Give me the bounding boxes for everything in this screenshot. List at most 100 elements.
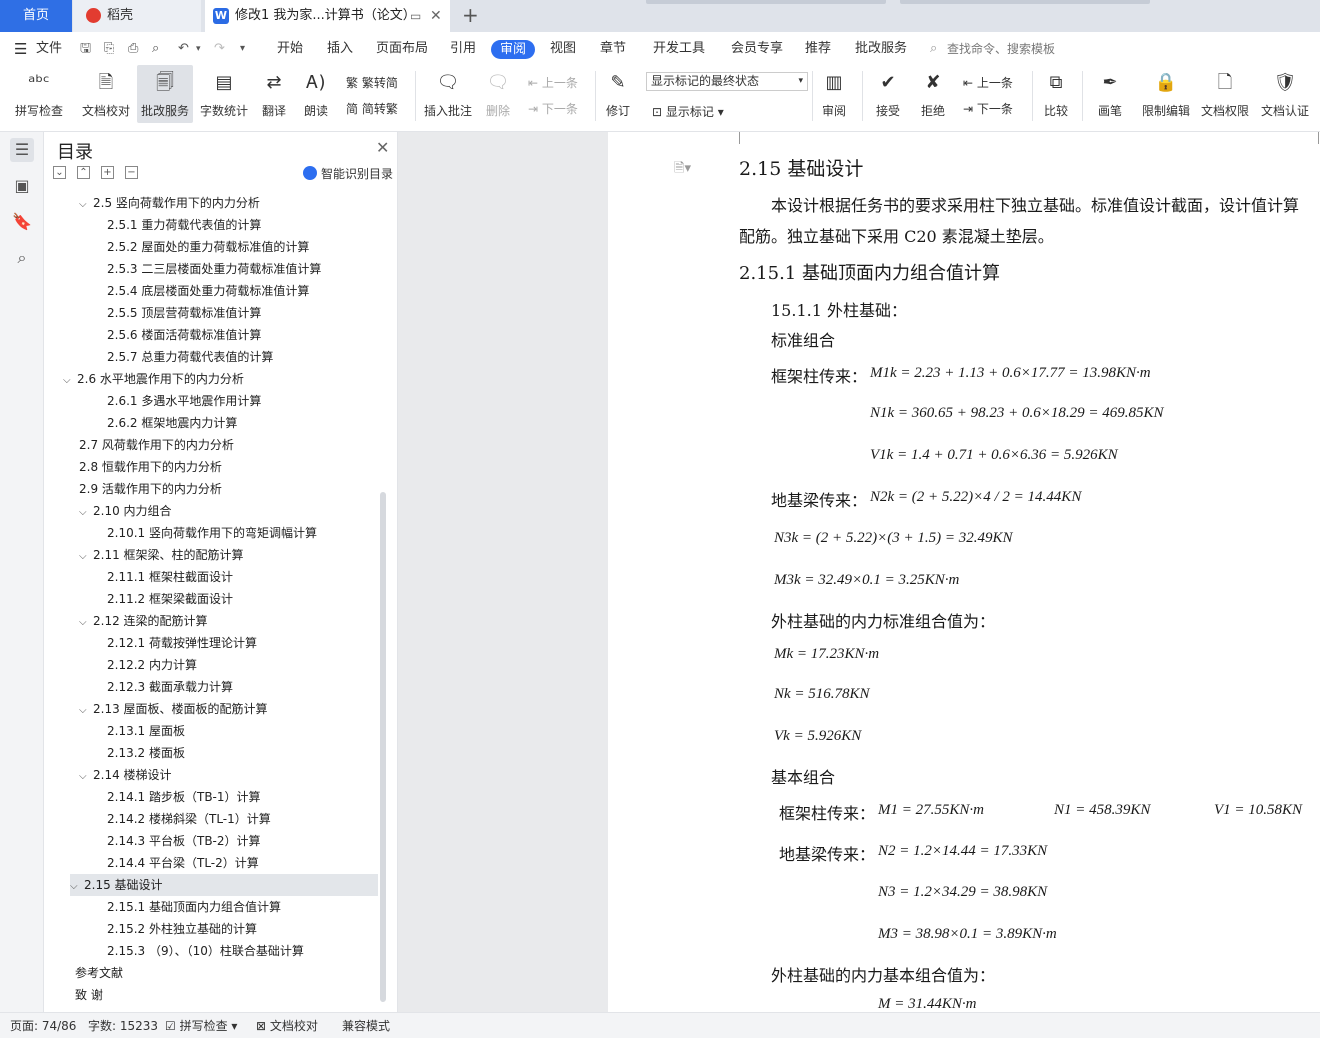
toc-item[interactable]: ⌵ 2.15 基础设计 [70, 874, 378, 896]
next-change-button[interactable]: ⇥ 下一条 [963, 99, 1013, 119]
menu-page-layout[interactable]: 页面布局 [376, 33, 428, 65]
new-tab-button[interactable]: + [462, 0, 479, 32]
toc-item[interactable]: 2.8 恒载作用下的内力分析 [79, 456, 222, 478]
close-tab-icon[interactable]: ✕ [430, 0, 442, 32]
save-icon[interactable]: 🖫 [80, 33, 91, 65]
review-service-button[interactable]: 🗐 批改服务 [137, 65, 193, 123]
menu-dev-tools[interactable]: 开发工具 [653, 33, 705, 65]
spell-check-button[interactable]: ᵃᵇᶜ 拼写检查 [8, 65, 70, 123]
toc-item[interactable]: ⌵ 2.6 水平地震作用下的内力分析 [63, 368, 244, 390]
toc-item[interactable]: 2.14.4 平台梁（TL-2）计算 [107, 852, 259, 874]
toc-item[interactable]: 2.15.2 外柱独立基础的计算 [107, 918, 257, 940]
toc-item[interactable]: 2.7 风荷载作用下的内力分析 [79, 434, 234, 456]
translate-button[interactable]: ⇄ 翻译 [254, 65, 294, 123]
hamburger-menu-icon[interactable]: ☰ [14, 33, 27, 65]
undo-dropdown-icon[interactable]: ▾ [196, 33, 201, 65]
word-count-indicator[interactable]: 字数: 15233 [88, 1013, 158, 1039]
toc-item[interactable]: 2.5.6 楼面活荷载标准值计算 [107, 324, 261, 346]
redo-icon[interactable]: ↷ [214, 33, 225, 65]
toc-item[interactable]: ⌵ 2.12 连梁的配筋计算 [79, 610, 208, 632]
toc-item[interactable]: 2.10.1 竖向荷载作用下的弯矩调幅计算 [107, 522, 317, 544]
toc-item[interactable]: 2.5.4 底层楼面处重力荷载标准值计算 [107, 280, 309, 302]
menu-reference[interactable]: 引用 [450, 33, 476, 65]
toc-item[interactable]: 2.5.7 总重力荷载代表值的计算 [107, 346, 273, 368]
doc-certify-button[interactable]: 🛡 文档认证 [1256, 65, 1314, 123]
quick-access-more-icon[interactable]: ▾ [240, 33, 245, 65]
toc-item[interactable]: 2.5.2 屋面处的重力荷载标准值的计算 [107, 236, 309, 258]
simp-to-trad-button[interactable]: 简 简转繁 [346, 99, 398, 119]
insert-comment-button[interactable]: 🗨 插入批注 [420, 65, 476, 123]
review-pane-button[interactable]: ▥ 审阅 [816, 65, 852, 123]
tab-home[interactable]: 首页 [0, 0, 72, 32]
word-count-button[interactable]: ▤ 字数统计 [196, 65, 252, 123]
track-changes-button[interactable]: ✎ 修订 [600, 65, 636, 123]
expand-all-icon[interactable]: ⌃ [77, 166, 90, 179]
doc-rights-button[interactable]: 🗋 文档权限 [1197, 65, 1253, 123]
menu-start[interactable]: 开始 [277, 33, 303, 65]
menu-view[interactable]: 视图 [550, 33, 576, 65]
export-pdf-icon[interactable]: ⎘ [104, 33, 114, 65]
toc-item[interactable]: 2.11.1 框架柱截面设计 [107, 566, 233, 588]
toc-item[interactable]: ⌵ 2.10 内力组合 [79, 500, 172, 522]
menu-vip[interactable]: 会员专享 [731, 33, 783, 65]
add-heading-icon[interactable]: + [101, 166, 114, 179]
toc-item[interactable]: 参考文献 [75, 962, 123, 984]
chevron-down-icon[interactable]: ⌵ [79, 612, 93, 634]
toc-item[interactable]: ⌵ 2.13 屋面板、楼面板的配筋计算 [79, 698, 268, 720]
chapter-nav-icon[interactable]: ▣ [10, 174, 34, 198]
print-icon[interactable]: ⎙ [128, 33, 138, 65]
accept-button[interactable]: ✔ 接受 [870, 65, 906, 123]
toc-item[interactable]: 2.14.1 踏步板（TB-1）计算 [107, 786, 261, 808]
chevron-down-icon[interactable]: ⌵ [70, 876, 84, 898]
bookmark-icon[interactable]: 🔖 [10, 210, 34, 234]
hidden-window-tab[interactable] [646, 0, 886, 4]
toc-item[interactable]: 2.15.3 （9）、（10）柱联合基础计算 [107, 940, 304, 962]
chevron-down-icon[interactable]: ⌵ [79, 502, 93, 524]
toc-item[interactable]: 2.6.2 框架地震内力计算 [107, 412, 237, 434]
command-search-input[interactable]: 查找命令、搜索模板 [947, 33, 1055, 65]
next-comment-button[interactable]: ⇥ 下一条 [528, 99, 578, 119]
toc-item[interactable]: 2.14.2 楼梯斜梁（TL-1）计算 [107, 808, 271, 830]
menu-recommend[interactable]: 推荐 [805, 33, 831, 65]
toc-item[interactable]: 2.14.3 平台板（TB-2）计算 [107, 830, 261, 852]
toc-pane-icon[interactable]: ☰ [10, 138, 34, 162]
close-icon[interactable]: ✕ [376, 138, 389, 157]
comment-marker-icon[interactable]: 🗎▾ [674, 159, 691, 181]
restrict-edit-button[interactable]: 🔒 限制编辑 [1138, 65, 1194, 123]
menu-review[interactable]: 审阅 [491, 40, 536, 59]
toc-item[interactable]: 2.9 活载作用下的内力分析 [79, 478, 222, 500]
page-indicator[interactable]: 页面: 74/86 [10, 1013, 76, 1039]
toc-item[interactable]: 2.5.5 顶层营荷载标准值计算 [107, 302, 261, 324]
chevron-down-icon[interactable]: ⌵ [79, 766, 93, 788]
chevron-down-icon[interactable]: ⌵ [79, 546, 93, 568]
chevron-down-icon[interactable]: ⌵ [63, 370, 77, 392]
delete-comment-button[interactable]: 🗨 删除 [480, 65, 516, 123]
pin-tab-icon[interactable]: ▭ [410, 0, 421, 32]
toc-item[interactable]: 2.12.3 截面承载力计算 [107, 676, 233, 698]
chevron-down-icon[interactable]: ⌵ [79, 700, 93, 722]
collapse-all-icon[interactable]: ⌄ [53, 166, 66, 179]
prev-change-button[interactable]: ⇤ 上一条 [963, 73, 1013, 93]
menu-file[interactable]: 文件 [36, 33, 62, 65]
print-preview-icon[interactable]: ⌕ [152, 33, 159, 65]
pen-button[interactable]: ✒ 画笔 [1090, 65, 1130, 123]
hidden-window-tab[interactable] [900, 0, 1150, 4]
doc-proof-button[interactable]: 🗎 文档校对 [78, 65, 134, 123]
menu-chapter[interactable]: 章节 [600, 33, 626, 65]
search-icon[interactable]: ⌕ [10, 246, 34, 270]
undo-icon[interactable]: ↶ [178, 33, 189, 65]
show-markup-button[interactable]: ⊡ 显示标记 ▾ [652, 102, 724, 122]
spell-check-status[interactable]: ☑ 拼写检查 ▾ [165, 1013, 237, 1039]
toc-item[interactable]: 2.12.1 荷载按弹性理论计算 [107, 632, 257, 654]
markup-display-select[interactable]: 显示标记的最终状态 ▾ [646, 72, 808, 91]
reject-button[interactable]: ✘ 拒绝 [915, 65, 951, 123]
toc-item[interactable]: ⌵ 2.11 框架梁、柱的配筋计算 [79, 544, 244, 566]
doc-proof-status[interactable]: ⊠ 文档校对 [256, 1013, 318, 1039]
toc-item[interactable]: 2.15.1 基础顶面内力组合值计算 [107, 896, 281, 918]
trad-to-simp-button[interactable]: 繁 繁转简 [346, 73, 398, 93]
toc-item[interactable]: ⌵ 2.14 楼梯设计 [79, 764, 172, 786]
toc-item[interactable]: ⌵ 2.5 竖向荷载作用下的内力分析 [79, 192, 260, 214]
remove-heading-icon[interactable]: − [125, 166, 138, 179]
toc-scrollbar[interactable] [380, 492, 386, 1002]
toc-item[interactable]: 2.6.1 多遇水平地震作用计算 [107, 390, 261, 412]
